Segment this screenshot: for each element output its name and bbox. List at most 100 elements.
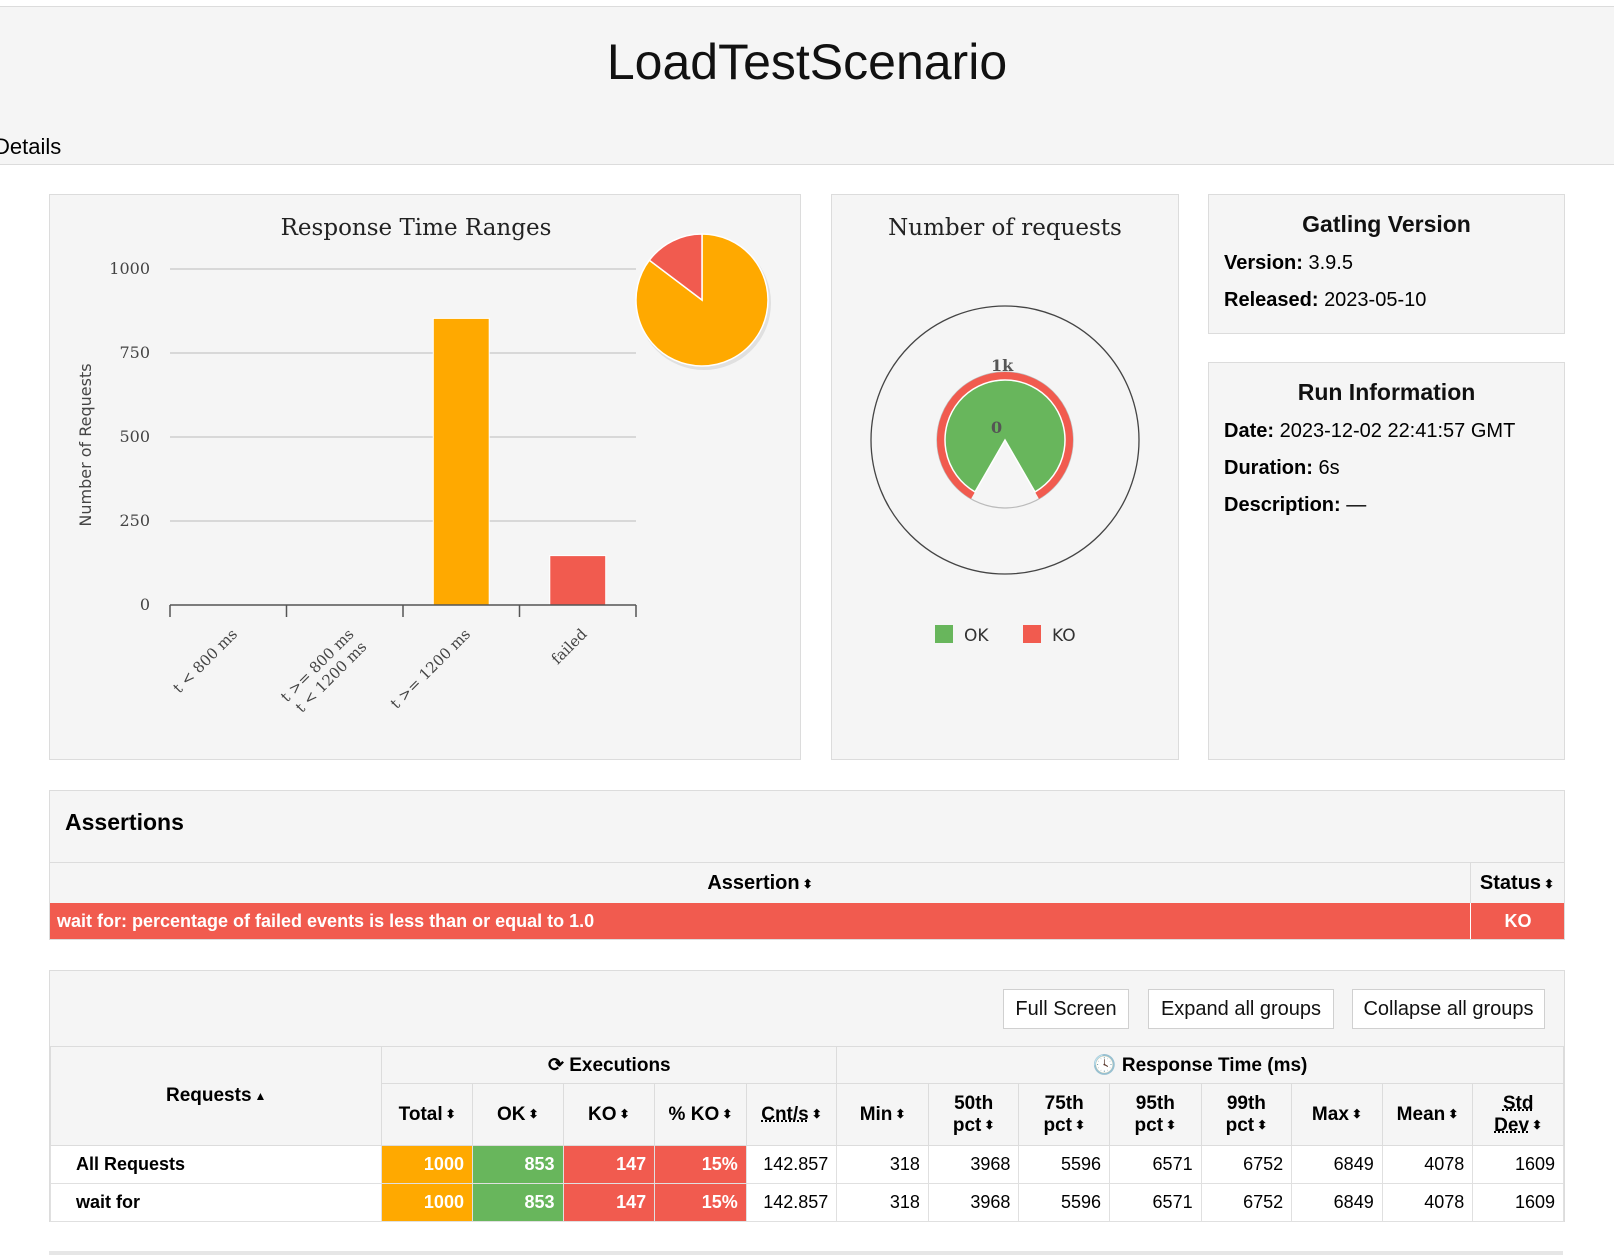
col-ko[interactable]: KO ⬍ — [562, 1083, 656, 1146]
col-p95-label: 95th — [1135, 1092, 1175, 1114]
col-std[interactable]: Std Dev ⬍ — [1472, 1083, 1564, 1146]
y-tick-label: 750 — [119, 343, 150, 362]
bar — [432, 317, 490, 606]
run-information-title: Run Information — [1297, 379, 1476, 405]
col-min-label: Min — [859, 1103, 893, 1125]
expand-all-groups-button[interactable]: Expand all groups — [1148, 989, 1334, 1029]
cell-max: 6849 — [1291, 1183, 1383, 1222]
cell-total: 1000 — [381, 1145, 473, 1184]
cell-mean: 4078 — [1381, 1183, 1474, 1222]
sort-asc-icon: ▲ — [254, 1088, 267, 1103]
request-name[interactable]: All Requests — [49, 1145, 383, 1184]
col-max[interactable]: Max ⬍ — [1291, 1083, 1383, 1146]
cell-std: 1609 — [1472, 1145, 1564, 1184]
cell-min: 318 — [836, 1183, 929, 1222]
assertion-column-header[interactable]: Assertion ⬍ — [50, 863, 1471, 903]
statistics-panel: Full Screen Expand all groups Collapse a… — [49, 970, 1565, 1222]
duration-row: Duration: 6s — [1224, 457, 1564, 480]
assertions-header-row: Assertion ⬍ Status ⬍ — [50, 862, 1564, 903]
col-p95[interactable]: 95th pct ⬍ — [1109, 1083, 1202, 1146]
description-value: — — [1346, 494, 1367, 516]
col-cnt[interactable]: Cnt/s ⬍ — [745, 1083, 838, 1146]
cell-ko: 147 — [562, 1183, 656, 1222]
request-name[interactable]: wait for — [49, 1183, 383, 1222]
full-screen-button[interactable]: Full Screen — [1003, 989, 1129, 1029]
status-column-header[interactable]: Status ⬍ — [1470, 863, 1564, 903]
x-tick-label-line: t >= 1200 ms — [387, 625, 474, 712]
y-axis-title: Number of Requests — [76, 363, 95, 526]
x-tick-label-line: t < 800 ms — [169, 625, 241, 697]
x-tick-label-line: failed — [548, 625, 591, 668]
cell-p95: 6571 — [1109, 1183, 1202, 1222]
sort-icon: ⬍ — [445, 1107, 456, 1122]
cell-p99: 6752 — [1200, 1183, 1293, 1222]
status-column-label: Status — [1479, 872, 1542, 894]
col-p50-sub: pct — [952, 1114, 982, 1136]
col-cnt-label: Cnt/s — [761, 1103, 809, 1125]
col-pct-ko[interactable]: % KO ⬍ — [654, 1083, 747, 1146]
cell-min: 318 — [836, 1145, 929, 1184]
col-p99-label: 99th — [1226, 1092, 1266, 1114]
assertions-panel: Assertions Assertion ⬍ Status ⬍ wait for: … — [49, 790, 1565, 940]
description-label: Description: — [1224, 494, 1341, 516]
legend-ok-label: OK — [964, 626, 989, 646]
sort-icon: ⬍ — [811, 1107, 822, 1122]
col-p50-label: 50th — [954, 1092, 994, 1114]
col-p50[interactable]: 50th pct ⬍ — [927, 1083, 1020, 1146]
legend-ok-swatch — [935, 625, 953, 643]
tab-details[interactable]: Details — [0, 134, 61, 160]
table-row[interactable]: wait for 1000 853 147 15% 142.857 318 39… — [49, 1183, 1564, 1222]
sort-icon: ⬍ — [1544, 876, 1555, 891]
cell-p50: 3968 — [927, 1145, 1020, 1184]
cell-std: 1609 — [1472, 1183, 1564, 1222]
col-std-sub: Dev — [1494, 1114, 1530, 1136]
date-value: 2023-12-02 22:41:57 GMT — [1279, 420, 1516, 442]
gatling-version-panel: Gatling Version Version: 3.9.5 Released:… — [1208, 194, 1565, 334]
requests-column-header[interactable]: Requests ▲ — [49, 1046, 383, 1146]
sort-icon: ⬍ — [528, 1107, 539, 1122]
table-row[interactable]: All Requests 1000 853 147 15% 142.857 31… — [49, 1145, 1564, 1184]
cell-p75: 5596 — [1018, 1145, 1110, 1184]
sort-icon: ⬍ — [1166, 1118, 1177, 1133]
version-row: Version: 3.9.5 — [1224, 252, 1564, 275]
col-p99[interactable]: 99th pct ⬍ — [1200, 1083, 1293, 1146]
cell-ok: 853 — [471, 1145, 564, 1184]
response-time-group-header: 🕓 Response Time (ms) — [836, 1046, 1564, 1084]
report-header: LoadTestScenario Details — [0, 6, 1614, 165]
cell-pct-ko: 15% — [654, 1183, 747, 1222]
gatling-version-title: Gatling Version — [1302, 211, 1471, 237]
y-tick-label: 250 — [119, 511, 150, 530]
sort-icon: ⬍ — [619, 1107, 630, 1122]
cell-max: 6849 — [1291, 1145, 1383, 1184]
response-time-ranges-chart: Response Time Ranges Number of Requests … — [76, 215, 771, 718]
cell-pct-ko: 15% — [654, 1145, 747, 1184]
col-mean[interactable]: Mean ⬍ — [1381, 1083, 1474, 1146]
col-ok[interactable]: OK ⬍ — [471, 1083, 564, 1146]
collapse-all-groups-button[interactable]: Collapse all groups — [1352, 989, 1545, 1029]
col-total[interactable]: Total ⬍ — [381, 1083, 473, 1146]
x-tick-label: t >= 800 mst < 1200 ms — [277, 625, 370, 718]
sort-icon: ⬍ — [722, 1107, 733, 1122]
executions-group-label: Executions — [569, 1054, 671, 1076]
assertions-title: Assertions — [65, 809, 184, 835]
col-p75[interactable]: 75th pct ⬍ — [1018, 1083, 1110, 1146]
legend-ko-label: KO — [1052, 626, 1076, 646]
sort-icon: ⬍ — [1257, 1118, 1268, 1133]
released-row: Released: 2023-05-10 — [1224, 289, 1564, 312]
col-min[interactable]: Min ⬍ — [836, 1083, 929, 1146]
description-row: Description: — — [1224, 494, 1564, 517]
x-tick-label: t < 800 ms — [169, 625, 241, 697]
cell-cnt: 142.857 — [745, 1145, 838, 1184]
legend-ko[interactable]: KO — [1023, 625, 1076, 646]
col-p95-sub: pct — [1134, 1114, 1164, 1136]
sort-icon: ⬍ — [1448, 1107, 1459, 1122]
cell-total: 1000 — [381, 1183, 473, 1222]
chart-title: Number of requests — [888, 215, 1122, 241]
cell-p75: 5596 — [1018, 1183, 1110, 1222]
y-tick-label: 500 — [119, 427, 150, 446]
page-title: LoadTestScenario — [606, 34, 1008, 90]
cell-mean: 4078 — [1381, 1145, 1474, 1184]
legend-ok[interactable]: OK — [935, 625, 989, 646]
sort-icon: ⬍ — [1074, 1118, 1085, 1133]
y-tick-label: 0 — [140, 595, 150, 614]
